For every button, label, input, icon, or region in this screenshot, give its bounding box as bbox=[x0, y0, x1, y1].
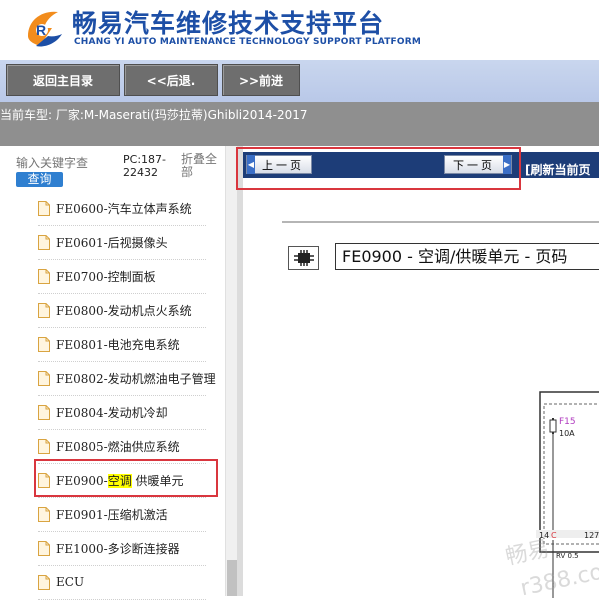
pin-left-code: C bbox=[551, 531, 557, 540]
document-icon bbox=[38, 268, 50, 284]
document-icon bbox=[38, 336, 50, 352]
tree-separator bbox=[38, 565, 206, 566]
toolbar: 返回主目录 <<后退. >>前进 bbox=[0, 60, 599, 102]
tree-separator bbox=[38, 531, 206, 532]
svg-text:R: R bbox=[36, 22, 46, 38]
document-icon bbox=[38, 540, 50, 556]
search-input[interactable] bbox=[16, 156, 94, 170]
tree-item-label: FE0700-控制面板 bbox=[56, 269, 156, 284]
tree-item[interactable]: FE0601-后视摄像头 bbox=[38, 230, 168, 254]
tree-item-label: FE1000-多诊断连接器 bbox=[56, 541, 180, 556]
document-title: FE0900 - 空调/供暖单元 - 页码 bbox=[335, 243, 599, 270]
tree-separator bbox=[38, 225, 206, 226]
app-header: R 畅易汽车维修技术支持平台 CHANG YI AUTO MAINTENANCE… bbox=[0, 0, 599, 60]
document-icon bbox=[38, 438, 50, 454]
refresh-page-link[interactable]: [刷新当前页 bbox=[525, 161, 591, 178]
document-icon bbox=[38, 234, 50, 250]
tree-item[interactable]: FE1000-多诊断连接器 bbox=[38, 536, 180, 560]
tree-item-label: FE0801-电池充电系统 bbox=[56, 337, 180, 352]
home-button[interactable]: 返回主目录 bbox=[6, 64, 120, 96]
tree-separator bbox=[38, 293, 206, 294]
tree-item[interactable]: FE0800-发动机点火系统 bbox=[38, 298, 192, 322]
current-vehicle-label: 当前车型: 厂家:M-Maserati(玛莎拉蒂)Ghibli2014-2017 bbox=[0, 108, 308, 122]
tree-separator bbox=[38, 497, 206, 498]
site-subtitle: CHANG YI AUTO MAINTENANCE TECHNOLOGY SUP… bbox=[74, 37, 422, 47]
tree-item-label: FE0601-后视摄像头 bbox=[56, 235, 168, 250]
tree-item[interactable]: FE0802-发动机燃油电子管理 bbox=[38, 366, 216, 390]
tree-item-label: FE0804-发动机冷却 bbox=[56, 405, 168, 420]
sidebar-scrollbar-thumb[interactable] bbox=[227, 560, 237, 596]
tree-item[interactable]: FE0901-压缩机激活 bbox=[38, 502, 168, 526]
tree-separator bbox=[38, 327, 206, 328]
wire-label: RV 0.5 bbox=[556, 552, 579, 560]
tree-item[interactable]: FE0804-发动机冷却 bbox=[38, 400, 168, 424]
tree-item-label: FE0805-燃油供应系统 bbox=[56, 439, 180, 454]
vehicle-bar: 当前车型: 厂家:M-Maserati(玛莎拉蒂)Ghibli2014-2017 bbox=[0, 102, 599, 146]
tree-separator bbox=[38, 395, 206, 396]
tree-item[interactable]: FE0700-控制面板 bbox=[38, 264, 156, 288]
brand-logo-icon: R bbox=[28, 11, 62, 47]
tree-item[interactable]: ECU bbox=[38, 570, 84, 594]
document-icon bbox=[38, 302, 50, 318]
annotation-pager-box bbox=[236, 147, 521, 190]
document-icon bbox=[38, 506, 50, 522]
tree-item-label: ECU bbox=[56, 575, 85, 589]
tree-separator bbox=[38, 599, 206, 600]
tree-item-label: FE0800-发动机点火系统 bbox=[56, 303, 192, 318]
document-rule bbox=[282, 221, 599, 223]
fuse-label: F15 bbox=[559, 417, 576, 427]
pc-info: PC:187-22432 bbox=[123, 153, 166, 179]
fold-all-link[interactable]: 折叠全部 bbox=[181, 153, 221, 179]
tree-separator bbox=[38, 429, 206, 430]
site-title: 畅易汽车维修技术支持平台 bbox=[72, 9, 385, 38]
chip-icon bbox=[288, 246, 319, 270]
document-icon bbox=[38, 404, 50, 420]
search-button[interactable]: 查询 bbox=[16, 172, 63, 187]
tree-separator bbox=[38, 259, 206, 260]
fuse-rating: 10A bbox=[559, 429, 575, 438]
annotation-highlight-box bbox=[34, 459, 218, 497]
tree-item[interactable]: FE0801-电池充电系统 bbox=[38, 332, 180, 356]
tree-item-label: FE0901-压缩机激活 bbox=[56, 507, 168, 522]
document-icon bbox=[38, 200, 50, 216]
back-button[interactable]: <<后退. bbox=[124, 64, 218, 96]
tree-item-label: FE0802-发动机燃油电子管理 bbox=[56, 371, 216, 386]
document-icon bbox=[38, 574, 50, 590]
document-icon bbox=[38, 370, 50, 386]
forward-button[interactable]: >>前进 bbox=[222, 64, 300, 96]
pin-right: 127 bbox=[584, 531, 599, 540]
tree-item[interactable]: FE0600-汽车立体声系统 bbox=[38, 196, 192, 220]
tree-item[interactable]: FE0805-燃油供应系统 bbox=[38, 434, 180, 458]
tree-item-label: FE0600-汽车立体声系统 bbox=[56, 201, 192, 216]
tree-separator bbox=[38, 361, 206, 362]
